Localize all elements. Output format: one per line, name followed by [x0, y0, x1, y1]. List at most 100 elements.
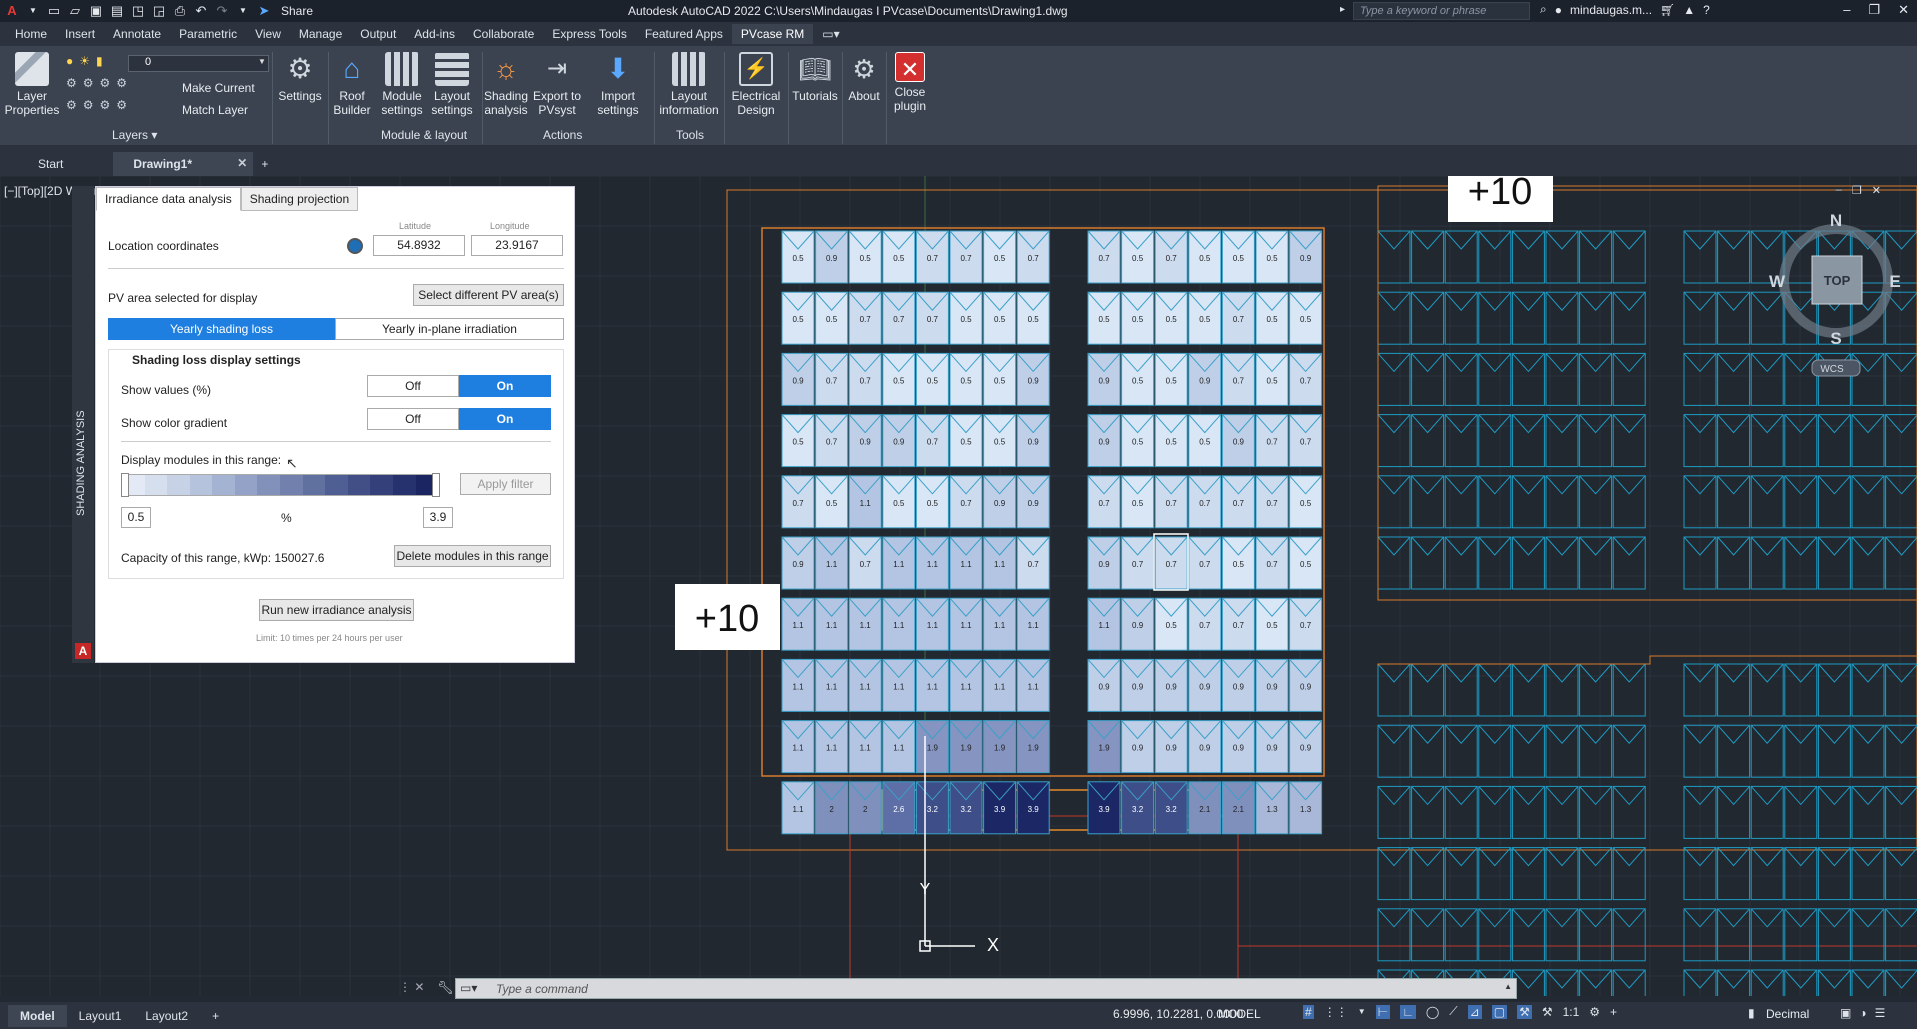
module-outline[interactable]	[1717, 663, 1751, 717]
module-outline[interactable]	[1478, 291, 1512, 345]
module-outline[interactable]	[1717, 785, 1751, 839]
module-outline[interactable]	[1885, 663, 1917, 717]
plus-icon[interactable]: +	[1610, 1005, 1617, 1019]
module-outline[interactable]	[1612, 230, 1646, 284]
right_block-module[interactable]: 0.9	[1188, 720, 1222, 774]
left_block-module[interactable]: 1.9	[1016, 720, 1050, 774]
add-layout-icon[interactable]: +	[200, 1005, 231, 1027]
right_block-module[interactable]: 2.1	[1221, 781, 1255, 835]
module-outline[interactable]	[1511, 291, 1545, 345]
plot-icon[interactable]: ⎙	[172, 3, 188, 19]
module-outline[interactable]	[1478, 908, 1512, 962]
settings-button[interactable]: ⚙ Settings	[276, 52, 324, 103]
menu-tab-featured-apps[interactable]: Featured Apps	[636, 24, 732, 44]
left_block-module[interactable]: 0.5	[983, 230, 1017, 284]
command-icon[interactable]: ▭▾	[460, 981, 477, 995]
module-outline[interactable]	[1377, 663, 1411, 717]
module-outline[interactable]	[1377, 291, 1411, 345]
globe-icon[interactable]	[347, 238, 363, 254]
left_block-module[interactable]: 0.7	[1016, 536, 1050, 590]
right_block-module[interactable]: 0.9	[1255, 720, 1289, 774]
module-outline[interactable]	[1885, 847, 1917, 901]
module-outline[interactable]	[1750, 536, 1784, 590]
left_block-module[interactable]: 1.1	[1016, 597, 1050, 651]
left_block-module[interactable]: 0.5	[949, 352, 983, 406]
left_block-module[interactable]: 0.7	[815, 352, 849, 406]
module-outline[interactable]	[1851, 536, 1885, 590]
left_block-module[interactable]: 0.5	[815, 291, 849, 345]
ortho-icon[interactable]: ⊢	[1375, 1004, 1391, 1019]
right_block-module[interactable]: 0.9	[1154, 720, 1188, 774]
right_block-module[interactable]: 0.9	[1221, 658, 1255, 712]
right_block-module[interactable]: 0.7	[1188, 597, 1222, 651]
right_block-module[interactable]: 0.5	[1255, 230, 1289, 284]
module-outline[interactable]	[1545, 847, 1579, 901]
sun-icon[interactable]: ☀	[79, 54, 90, 68]
layout-settings-button[interactable]: Layout settings	[428, 52, 476, 117]
electrical-design-button[interactable]: ⚡ Electrical Design	[726, 52, 786, 117]
right_block-module[interactable]: 0.7	[1154, 230, 1188, 284]
layout-information-button[interactable]: Layout information	[656, 52, 722, 117]
module-outline[interactable]	[1750, 352, 1784, 406]
right_block-module[interactable]: 0.5	[1255, 291, 1289, 345]
module-outline[interactable]	[1545, 230, 1579, 284]
module-outline[interactable]	[1817, 536, 1851, 590]
tab-shading-projection[interactable]: Shading projection	[240, 187, 359, 211]
left_block-module[interactable]: 0.5	[882, 230, 916, 284]
left_block-module[interactable]: 0.9	[1016, 414, 1050, 468]
menu-tab-home[interactable]: Home	[6, 24, 56, 44]
right_block-module[interactable]: 1.3	[1255, 781, 1289, 835]
right_block-module[interactable]: 0.9	[1087, 414, 1121, 468]
module-outline[interactable]	[1817, 724, 1851, 778]
module-outline[interactable]	[1784, 847, 1818, 901]
module-outline[interactable]	[1817, 908, 1851, 962]
right_block-module[interactable]: 1.1	[1087, 597, 1121, 651]
osnap-tracking-icon[interactable]: ⟋	[1449, 1004, 1457, 1019]
left_block-module[interactable]: 0.7	[1016, 230, 1050, 284]
left_block-module[interactable]: 1.1	[915, 536, 949, 590]
module-outline[interactable]	[1885, 291, 1917, 345]
module-outline[interactable]	[1411, 352, 1445, 406]
module-outline[interactable]	[1612, 291, 1646, 345]
right_block-module[interactable]: 0.9	[1188, 658, 1222, 712]
module-outline[interactable]	[1411, 291, 1445, 345]
module-outline[interactable]	[1885, 475, 1917, 529]
search-input[interactable]: Type a keyword or phrase	[1353, 2, 1530, 20]
module-outline[interactable]	[1750, 663, 1784, 717]
module-outline[interactable]	[1784, 724, 1818, 778]
right_block-module[interactable]: 0.5	[1154, 414, 1188, 468]
module-outline[interactable]	[1579, 414, 1613, 468]
left_block-module[interactable]: 0.5	[882, 352, 916, 406]
left_block-module[interactable]: 0.7	[848, 291, 882, 345]
left_block-module[interactable]: 0.7	[815, 414, 849, 468]
right_block-module[interactable]: 1.3	[1289, 781, 1323, 835]
module-outline[interactable]	[1784, 352, 1818, 406]
bulb-icon[interactable]: ●	[66, 54, 73, 68]
layer-tool-icon[interactable]: ⚙	[66, 76, 77, 90]
share-icon[interactable]: ➤	[256, 3, 272, 19]
left_block-module[interactable]: 0.5	[1016, 291, 1050, 345]
right_block-module[interactable]: 0.5	[1154, 291, 1188, 345]
right_block-module[interactable]: 0.5	[1221, 536, 1255, 590]
range-min-input[interactable]: 0.5	[121, 507, 151, 528]
longitude-input[interactable]: 23.9167	[471, 235, 563, 256]
right_block-module[interactable]: 3.2	[1154, 781, 1188, 835]
module-outline[interactable]	[1612, 847, 1646, 901]
module-outline[interactable]	[1411, 475, 1445, 529]
right_block-module[interactable]: 0.7	[1221, 352, 1255, 406]
right_block-module[interactable]: 2.1	[1188, 781, 1222, 835]
show-values-on[interactable]: On	[459, 375, 551, 397]
menu-tab-annotate[interactable]: Annotate	[104, 24, 170, 44]
module-outline[interactable]	[1478, 847, 1512, 901]
right_block-module[interactable]: 0.5	[1289, 536, 1323, 590]
module-outline[interactable]	[1511, 969, 1545, 996]
help-icon[interactable]: ?	[1703, 3, 1710, 17]
left_block-module[interactable]: 1.1	[815, 720, 849, 774]
tab-model[interactable]: Model	[8, 1004, 67, 1027]
vp-minimize-icon[interactable]: –	[1836, 184, 1842, 197]
layer-properties-button[interactable]: Layer Properties	[4, 52, 60, 117]
quick-props-icon[interactable]: ▣	[1840, 1006, 1851, 1020]
layer-tool-icon[interactable]: ⚙	[100, 98, 111, 112]
about-button[interactable]: ⚙ About	[844, 52, 884, 103]
module-outline[interactable]	[1612, 414, 1646, 468]
